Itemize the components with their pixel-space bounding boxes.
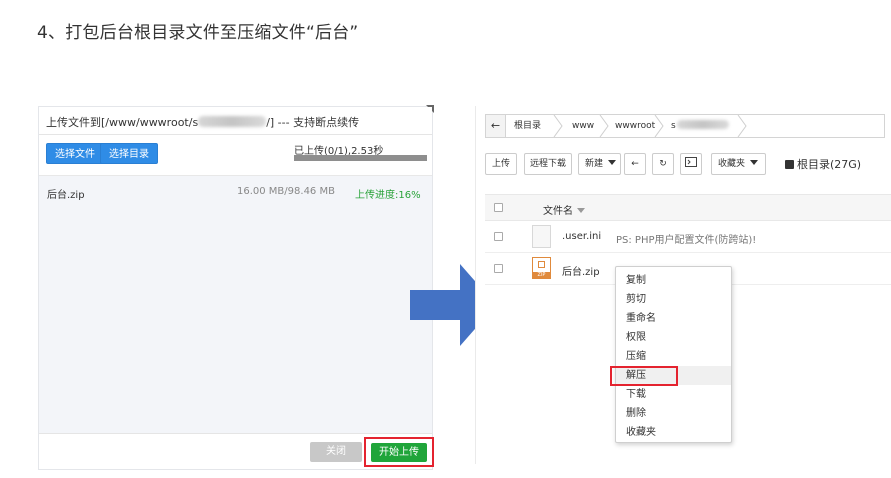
file-table-header: 文件名 [485,194,891,221]
column-filename[interactable]: 文件名 [543,202,585,217]
new-dropdown-button[interactable]: 新建 [578,153,621,175]
select-file-button[interactable]: 选择文件 [46,143,104,164]
menu-item-extract[interactable]: 解压 [610,366,731,386]
menu-item-compress[interactable]: 压缩 [616,347,731,366]
breadcrumb-root[interactable]: 根目录 [514,115,541,137]
upload-title-suffix: /] --- 支持断点续传 [266,116,360,129]
upload-file-name: 后台.zip [47,190,85,201]
breadcrumb-separator-icon [553,115,563,137]
caret-down-icon [607,160,616,165]
upload-toolbar: 选择文件 选择目录 已上传(0/1),2.53秒 [39,135,432,176]
upload-file-progress: 上传进度:16% [355,190,421,201]
menu-item-permissions[interactable]: 权限 [616,328,731,347]
file-icon [532,225,551,248]
select-all-checkbox[interactable] [494,203,503,212]
file-description: PS: PHP用户配置文件(防跨站)! [616,235,757,246]
new-dropdown-label: 新建 [585,159,604,169]
back-arrow-icon[interactable]: ← [486,115,506,137]
menu-item-delete[interactable]: 删除 [616,404,731,423]
favorites-dropdown-button[interactable]: 收藏夹 [711,153,766,175]
menu-item-favorites[interactable]: 收藏夹 [616,423,731,442]
context-menu: 复制 剪切 重命名 权限 压缩 解压 下载 删除 收藏夹 [610,266,732,443]
breadcrumb-separator-icon [737,115,747,137]
refresh-icon[interactable]: ↻ [652,153,674,175]
menu-item-download[interactable]: 下载 [616,385,731,404]
caret-down-icon [749,160,758,165]
sort-caret-icon [577,208,585,213]
menu-item-copy[interactable]: 复制 [616,271,731,290]
select-directory-button[interactable]: 选择目录 [100,143,158,164]
start-upload-highlight: 开始上传 [364,437,434,467]
start-upload-button[interactable]: 开始上传 [371,443,427,462]
column-filename-label: 文件名 [543,206,573,217]
redacted-path-blur [198,116,267,127]
remote-download-button[interactable]: 远程下载 [524,153,572,175]
breadcrumb-wwwroot[interactable]: wwwroot [615,115,655,137]
disk-icon [785,160,794,169]
upload-file-row: 后台.zip 16.00 MB/98.46 MB 上传进度:16% [39,177,432,205]
extract-highlight [610,366,678,386]
upload-footer: 关闭 开始上传 [39,433,434,469]
file-name[interactable]: .user.ini [562,231,601,242]
upload-progress-fill [294,155,427,161]
upload-title-prefix: 上传文件到[/www/wwwroot/s [46,116,199,129]
back-arrow-icon[interactable]: ← [624,153,646,175]
breadcrumb-www[interactable]: www [572,115,594,137]
row-checkbox[interactable] [494,232,503,241]
file-name[interactable]: 后台.zip [562,263,600,278]
upload-dialog-title: 上传文件到[/www/wwwroot/s /] --- 支持断点续传 [39,107,432,135]
menu-item-cut[interactable]: 剪切 [616,290,731,309]
page-heading: 4、打包后台根目录文件至压缩文件“后台” [37,23,359,43]
breadcrumb-separator-icon [599,115,609,137]
breadcrumb-site[interactable]: s [671,115,729,137]
close-button[interactable]: 关闭 [310,442,362,462]
terminal-icon[interactable] [680,153,702,175]
upload-dialog: 上传文件到[/www/wwwroot/s /] --- 支持断点续传 选择文件 选… [38,105,434,470]
breadcrumb-separator-icon [654,115,664,137]
upload-file-size: 16.00 MB/98.46 MB [237,186,335,197]
disk-usage: 根目录(27G) [785,156,861,172]
table-row[interactable]: .user.ini PS: PHP用户配置文件(防跨站)! [485,221,891,253]
redacted-path-blur [676,120,729,129]
breadcrumb-site-label: s [671,121,676,131]
file-toolbar: 上传 远程下载 新建 ← ↻ 收藏夹 根目录(27G) [485,153,885,175]
favorites-dropdown-label: 收藏夹 [718,159,746,169]
zip-file-icon: ZIP [532,257,551,279]
menu-item-rename[interactable]: 重命名 [616,309,731,328]
breadcrumb: ← 根目录 www wwwroot s [485,114,885,138]
disk-usage-label: 根目录(27G) [797,158,862,171]
upload-progress-bar [294,155,427,161]
upload-button[interactable]: 上传 [485,153,517,175]
row-checkbox[interactable] [494,264,503,273]
